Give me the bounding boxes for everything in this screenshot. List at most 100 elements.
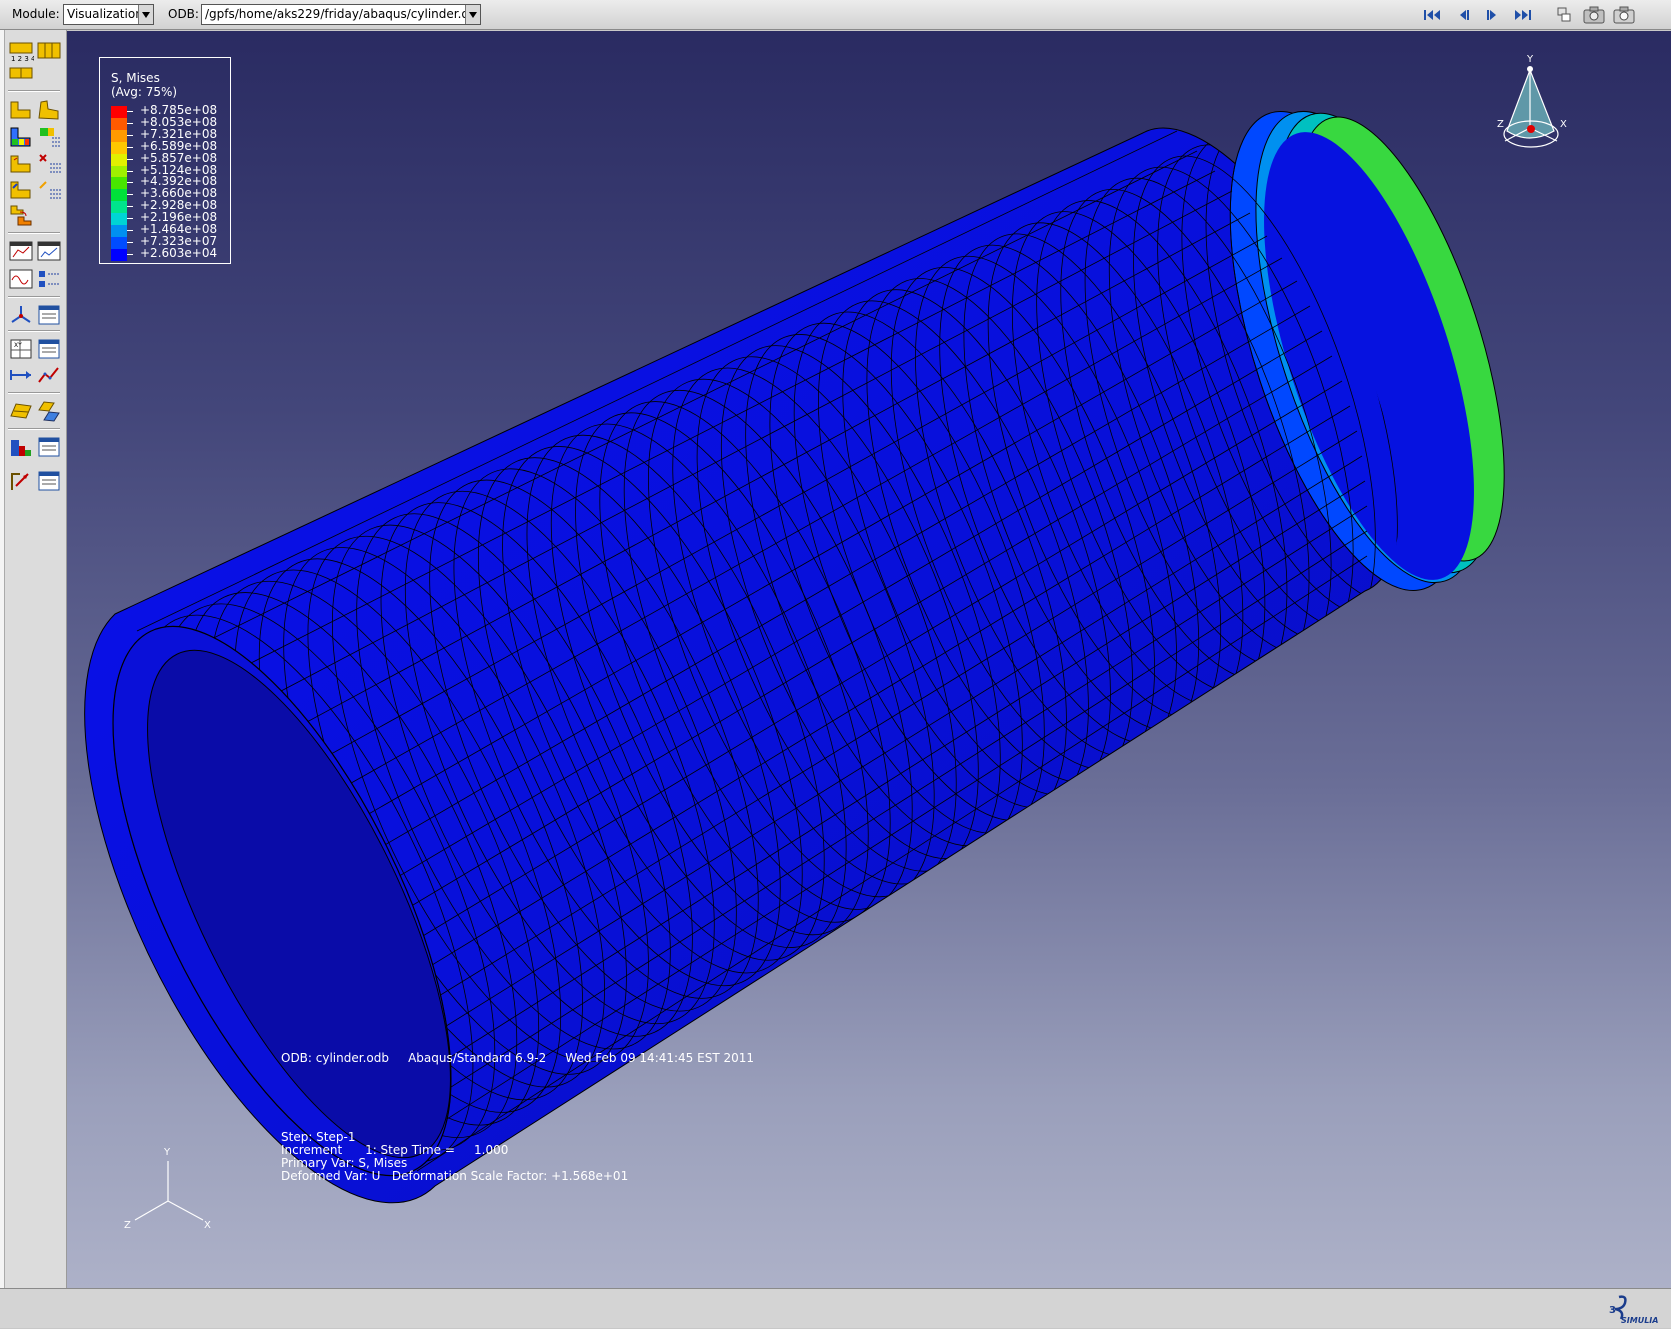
legend-tick [127,158,133,160]
animate-harmonic-icon [9,269,33,289]
multi-frame-button[interactable] [36,38,62,64]
odb-select[interactable]: /gpfs/home/aks229/friday/abaqus/cylinder… [201,4,481,25]
cylinder-model[interactable]: Y Z X Y Z X [67,31,1671,1288]
multiple-plot-states-icon [10,205,32,226]
legend-subtitle: (Avg: 75%) [111,85,178,99]
xy-plot-button[interactable] [36,362,62,388]
orientation-options-button[interactable] [36,176,62,202]
simulia-logo-icon: 3 SIMULIA [1609,1295,1658,1325]
frame-range-icon [9,67,33,79]
triad-top-y-label: Y [1526,54,1534,65]
deformed-shape-icon [38,100,59,120]
svg-text:3: 3 [1609,1305,1616,1316]
plot-undeformed-button[interactable] [8,96,34,122]
status-bar: 3 SIMULIA [0,1288,1671,1328]
legend-swatch [111,106,127,118]
manager-list-icon [38,437,60,457]
allow-multiple-plot-states-button[interactable] [8,202,34,228]
animation-options-button[interactable] [36,266,62,292]
xy-curve-icon [38,367,59,383]
create-display-group-button[interactable] [8,398,34,424]
previous-frame-button[interactable] [1451,4,1475,26]
view-triad-icon[interactable]: Y Z X [1497,54,1567,148]
viewport-canvas[interactable]: Y Z X Y Z X S, Mises (Avg: 75%) +8.785e+… [67,31,1671,1288]
last-frame-icon [1515,10,1531,20]
solver-text: Abaqus/Standard 6.9-2 [408,1051,547,1065]
contour-options-button[interactable] [36,124,62,150]
legend-swatch [111,117,127,130]
triad-top-x-label: X [1560,119,1567,130]
legend-tick [127,241,133,243]
xy-data-icon: XY [10,339,32,359]
legend-tick [127,134,133,136]
view-cut-manager-button[interactable] [36,302,62,328]
legend-swatch [111,129,127,142]
animate-scale-factor-button[interactable] [8,238,34,264]
animate-harmonic-button[interactable] [8,266,34,292]
animation-options-icon [39,271,60,287]
color-manager-button[interactable] [36,434,62,460]
legend-swatch [111,141,127,154]
legend-swatch [111,153,127,166]
legend-swatch [111,213,127,226]
contour-plot-icon [10,127,31,147]
step-info: Step: Step-1 Increment 1: Step Time = 1.0… [281,1131,628,1183]
legend-swatch [111,225,127,237]
axis-x-label: X [204,1220,211,1231]
symbol-plot-icon [10,155,31,173]
separator [8,232,60,234]
animate-time-history-button[interactable] [36,238,62,264]
frame-range-button[interactable] [8,64,34,90]
simulia-logo: 3 SIMULIA [1605,1293,1663,1325]
xy-data-manager-button[interactable] [36,336,62,362]
color-code-button[interactable] [8,434,34,460]
legend-tick [127,206,133,208]
camera-save-icon [1613,6,1635,24]
free-body-cut-icon [11,473,29,490]
next-frame-icon [1487,10,1496,20]
separator [8,330,60,332]
animate-time-icon [37,241,61,261]
symbol-options-icon [39,154,61,173]
legend-tick [127,253,133,255]
chevron-down-icon[interactable] [138,5,153,24]
next-frame-button[interactable] [1481,4,1505,26]
free-body-cut-manager-button[interactable] [36,468,62,494]
legend-swatch [111,177,127,190]
legend-tick [127,170,133,172]
manager-list-icon [38,305,60,325]
create-path-button[interactable] [8,362,34,388]
contour-options-icon [40,128,61,147]
toolbox-grip[interactable] [0,30,5,1290]
module-select[interactable]: Visualization [63,4,154,25]
first-frame-button[interactable] [1421,4,1445,26]
create-free-body-cut-button[interactable] [8,468,34,494]
camera-save-button[interactable] [1612,4,1636,26]
separator [8,392,60,394]
legend-tick [127,218,133,220]
legend-tick [127,146,133,148]
link-viewports-button[interactable] [1552,4,1576,26]
previous-frame-icon [1460,10,1469,20]
symbol-options-button[interactable] [36,150,62,176]
contour-legend[interactable]: S, Mises (Avg: 75%) +8.785e+08 +8.053e+08… [99,57,231,264]
last-frame-button[interactable] [1511,4,1535,26]
plot-deformed-button[interactable] [36,96,62,122]
plot-contours-button[interactable] [8,124,34,150]
module-value: Visualization [67,7,143,21]
display-group-manager-button[interactable] [36,398,62,424]
view-cut-icon [11,306,31,323]
plot-material-orientations-button[interactable] [8,176,34,202]
toolbox: 1 2 3 4 XY [0,30,67,1290]
create-xy-data-button[interactable]: XY [8,336,34,362]
chevron-down-icon[interactable] [465,5,480,24]
legend-swatch [111,248,127,261]
manager-list-icon [38,339,60,359]
frame-select-button[interactable]: 1 2 3 4 [8,38,36,64]
plot-symbols-button[interactable] [8,150,34,176]
camera-button[interactable] [1582,4,1606,26]
legend-swatch [111,165,127,178]
frame-select-icon: 1 2 3 4 [9,42,36,63]
animate-scale-icon [9,241,33,261]
create-view-cut-button[interactable] [8,302,34,328]
